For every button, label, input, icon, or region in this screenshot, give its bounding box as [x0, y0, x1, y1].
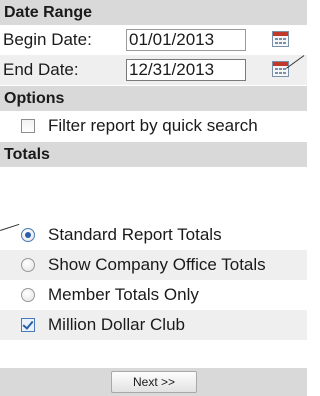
report-options-panel: Date Range Begin Date: End Date: Options… [0, 0, 307, 396]
actions-bar: Next >> [0, 368, 307, 396]
begin-date-label: Begin Date: [3, 30, 92, 49]
standard-totals-radio[interactable] [21, 228, 35, 242]
calendar-icon[interactable] [272, 61, 289, 77]
standard-totals-label: Standard Report Totals [48, 225, 222, 244]
totals-option-row[interactable]: Show Company Office Totals [0, 250, 307, 280]
end-date-row: End Date: [0, 55, 307, 85]
begin-date-row: Begin Date: [0, 25, 307, 55]
million-dollar-label: Million Dollar Club [48, 315, 185, 334]
member-totals-label: Member Totals Only [48, 285, 199, 304]
member-totals-radio[interactable] [21, 288, 35, 302]
filter-row[interactable]: Filter report by quick search [0, 111, 307, 141]
end-date-label: End Date: [3, 60, 79, 79]
company-office-totals-radio[interactable] [21, 258, 35, 272]
million-dollar-checkbox[interactable] [21, 318, 35, 332]
end-date-input[interactable] [126, 59, 246, 81]
date-range-header: Date Range [0, 0, 307, 25]
company-office-totals-label: Show Company Office Totals [48, 255, 266, 274]
calendar-icon[interactable] [272, 31, 289, 47]
next-button[interactable]: Next >> [111, 371, 197, 393]
begin-date-input[interactable] [126, 29, 246, 51]
totals-option-row[interactable]: Standard Report Totals [0, 220, 307, 250]
filter-checkbox[interactable] [21, 119, 35, 133]
options-header: Options [0, 86, 307, 111]
filter-label: Filter report by quick search [48, 116, 258, 135]
totals-option-row[interactable]: Member Totals Only [0, 280, 307, 310]
million-dollar-row[interactable]: Million Dollar Club [0, 310, 307, 340]
totals-header: Totals [0, 142, 307, 167]
